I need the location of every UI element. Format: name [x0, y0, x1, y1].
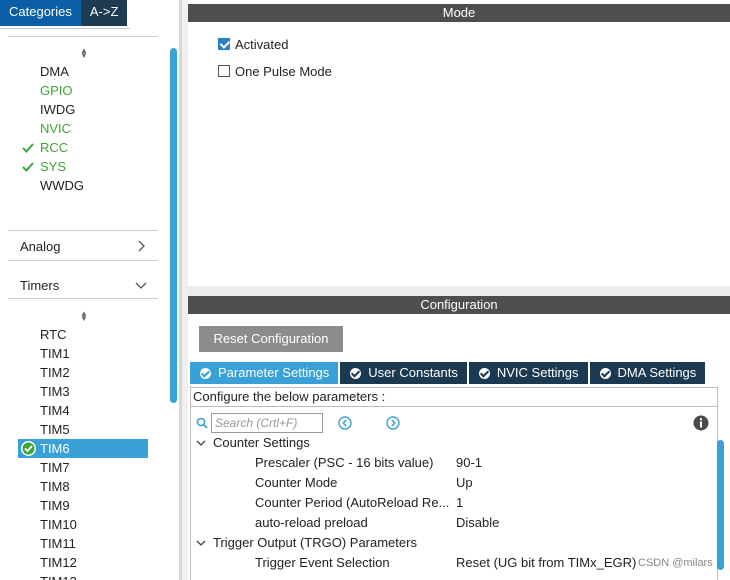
list-item-tim6[interactable]: TIM6: [18, 439, 148, 458]
section-divider: [8, 260, 158, 261]
list-item-tim12[interactable]: TIM12: [40, 553, 77, 572]
check-circle-icon: [21, 441, 36, 456]
list-item-tim4[interactable]: TIM4: [40, 401, 70, 420]
parameter-value[interactable]: Reset (UG bit from TIMx_EGR): [456, 553, 636, 573]
previous-arrow-icon[interactable]: [338, 416, 352, 430]
list-item-tim8[interactable]: TIM8: [40, 477, 70, 496]
search-input[interactable]: Search (Crtl+F): [211, 413, 323, 433]
configuration-description: Configure the below parameters :: [190, 387, 718, 407]
one-pulse-checkbox-row[interactable]: One Pulse Mode: [218, 62, 332, 80]
next-arrow-icon[interactable]: [386, 416, 400, 430]
chevron-down-icon[interactable]: [134, 278, 148, 292]
list-item-sys[interactable]: SYS: [40, 157, 66, 176]
tab-label: Parameter Settings: [218, 365, 330, 380]
check-circle-icon: [478, 367, 490, 379]
tab-dma-settings[interactable]: DMA Settings: [589, 362, 706, 384]
tab-nvic-settings[interactable]: NVIC Settings: [468, 362, 588, 384]
section-divider: [8, 36, 158, 37]
tab-categories[interactable]: Categories: [0, 0, 81, 26]
chevron-right-icon[interactable]: [134, 239, 148, 253]
parameter-name: Trigger Event Selection: [255, 555, 390, 570]
configuration-scrollbar-thumb[interactable]: [717, 440, 724, 570]
parameter-value[interactable]: 1: [456, 493, 463, 513]
section-divider: [8, 230, 158, 231]
check-icon: [22, 162, 34, 172]
category-analog[interactable]: Analog: [20, 237, 60, 257]
parameter-value[interactable]: Disable: [456, 513, 499, 533]
list-item-label: TIM6: [40, 441, 70, 456]
tab-label: User Constants: [368, 365, 458, 380]
parameter-name: Counter Period (AutoReload Re...: [255, 495, 450, 510]
list-item-wwdg[interactable]: WWDG: [40, 176, 84, 195]
list-item-tim7[interactable]: TIM7: [40, 458, 70, 477]
tabs-divider: [0, 28, 130, 29]
configuration-header: Configuration: [188, 296, 730, 314]
search-row: Search (Crtl+F): [196, 412, 323, 434]
tab-parameter-settings[interactable]: Parameter Settings: [190, 362, 339, 384]
check-circle-icon: [599, 367, 611, 379]
left-scrollbar-thumb[interactable]: [170, 48, 177, 403]
section-divider: [8, 298, 158, 299]
parameter-value[interactable]: 90-1: [456, 453, 482, 473]
panel-splitter[interactable]: [188, 286, 730, 296]
parameter-name: auto-reload preload: [255, 515, 368, 530]
tab-user-constants[interactable]: User Constants: [340, 362, 467, 384]
activated-checkbox[interactable]: [218, 38, 230, 50]
tab-label: DMA Settings: [617, 365, 697, 380]
parameter-group-header[interactable]: Counter Settings: [213, 433, 310, 453]
view-tabs: Categories A->Z: [0, 0, 128, 26]
reset-configuration-button[interactable]: Reset Configuration: [199, 326, 343, 352]
activated-checkbox-row[interactable]: Activated: [218, 35, 288, 53]
configuration-tabs: Parameter Settings User Constants NVIC Set…: [190, 362, 707, 384]
chevron-down-icon[interactable]: [196, 438, 206, 448]
parameter-group-header[interactable]: Trigger Output (TRGO) Parameters: [213, 533, 417, 553]
list-item-tim11[interactable]: TIM11: [40, 534, 76, 553]
tab-a-z[interactable]: A->Z: [80, 0, 128, 26]
list-item-tim10[interactable]: TIM10: [40, 515, 77, 534]
right-panel: Mode Activated One Pulse Mode Configurat…: [188, 0, 730, 580]
list-item-tim1[interactable]: TIM1: [40, 344, 70, 363]
parameter-name: Counter Mode: [255, 475, 338, 490]
check-circle-icon: [200, 367, 211, 379]
sort-icon[interactable]: ▲ ▼: [79, 47, 89, 60]
list-item-nvic[interactable]: NVIC: [40, 119, 71, 138]
list-item-rcc[interactable]: RCC: [40, 138, 68, 157]
one-pulse-label: One Pulse Mode: [235, 63, 332, 79]
sort-icon[interactable]: ▲ ▼: [79, 310, 89, 323]
parameter-value[interactable]: Up: [456, 473, 473, 493]
activated-label: Activated: [235, 36, 289, 52]
list-item-dma[interactable]: DMA: [40, 62, 69, 81]
parameter-name: Prescaler (PSC - 16 bits value): [255, 455, 434, 470]
list-item-tim3[interactable]: TIM3: [40, 382, 70, 401]
mode-header: Mode: [188, 4, 730, 22]
check-circle-icon: [350, 367, 362, 379]
list-item-gpio[interactable]: GPIO: [40, 81, 73, 100]
category-timers[interactable]: Timers: [20, 276, 59, 296]
list-item-tim13[interactable]: TIM13: [40, 572, 77, 580]
list-item-tim5[interactable]: TIM5: [40, 420, 70, 439]
info-icon[interactable]: [693, 415, 709, 431]
chevron-down-icon[interactable]: [196, 538, 206, 548]
search-icon: [196, 417, 208, 429]
one-pulse-checkbox[interactable]: [218, 65, 230, 77]
watermark: CSDN @milars: [638, 557, 713, 569]
list-item-tim2[interactable]: TIM2: [40, 363, 70, 382]
check-icon: [22, 143, 34, 153]
list-item-iwdg[interactable]: IWDG: [40, 100, 75, 119]
list-item-tim9[interactable]: TIM9: [40, 496, 70, 515]
tab-label: NVIC Settings: [496, 365, 579, 380]
left-panel: Categories A->Z ▲ ▼ DMA GPIO IWDG NVIC RCC SYS…: [0, 0, 178, 580]
list-item-rtc[interactable]: RTC: [40, 325, 66, 344]
